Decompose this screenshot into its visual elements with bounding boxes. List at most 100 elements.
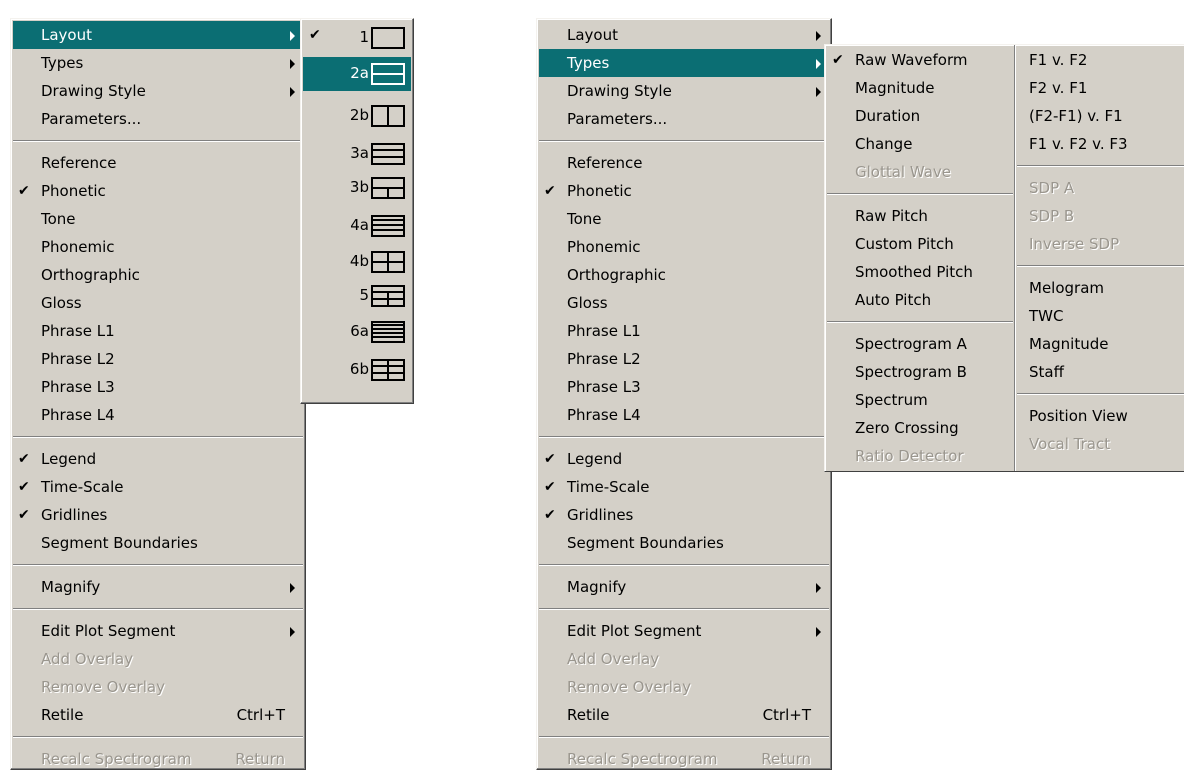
layout-single-icon <box>371 27 405 49</box>
menu-item-phonetic[interactable]: ✔ Phonetic <box>539 177 829 205</box>
menu-item-phonetic[interactable]: ✔ Phonetic <box>13 177 303 205</box>
menu-item-label: Phrase L4 <box>41 406 115 424</box>
menu-item-legend[interactable]: ✔ Legend <box>539 445 829 473</box>
menu-item-parameters[interactable]: Parameters... <box>13 105 303 133</box>
menu-item-time-scale[interactable]: ✔ Time-Scale <box>13 473 303 501</box>
layout-option-2a[interactable]: 2a <box>303 57 411 91</box>
type-auto-pitch[interactable]: Auto Pitch <box>827 286 1013 314</box>
menu-item-phrase-l3[interactable]: Phrase L3 <box>13 373 303 401</box>
type-melogram[interactable]: Melogram <box>1017 274 1184 302</box>
layout-option-6b[interactable]: 6b <box>303 353 411 387</box>
type-raw-waveform[interactable]: ✔ Raw Waveform <box>827 46 1013 74</box>
menu-item-phrase-l2[interactable]: Phrase L2 <box>13 345 303 373</box>
submenu-arrow-icon <box>816 627 821 637</box>
menu-item-phrase-l1[interactable]: Phrase L1 <box>539 317 829 345</box>
menu-item-drawing-style[interactable]: Drawing Style <box>13 77 303 105</box>
type-spectrum[interactable]: Spectrum <box>827 386 1013 414</box>
type-custom-pitch[interactable]: Custom Pitch <box>827 230 1013 258</box>
menu-item-phonemic[interactable]: Phonemic <box>539 233 829 261</box>
menu-item-label: Drawing Style <box>567 82 672 100</box>
type-f2-f1-v-f1[interactable]: (F2-F1) v. F1 <box>1017 102 1184 130</box>
layout-option-5[interactable]: 5 <box>303 279 411 313</box>
type-smoothed-pitch[interactable]: Smoothed Pitch <box>827 258 1013 286</box>
menu-item-magnify[interactable]: Magnify <box>539 573 829 601</box>
layout-option-3b[interactable]: 3b <box>303 171 411 205</box>
menu-item-layout[interactable]: Layout <box>13 21 303 49</box>
menu-item-segment-boundaries[interactable]: Segment Boundaries <box>539 529 829 557</box>
menu-item-phonemic[interactable]: Phonemic <box>13 233 303 261</box>
layout-option-6a[interactable]: 6a <box>303 315 411 349</box>
menu-item-label: Recalc Spectrogram <box>41 750 192 768</box>
menu-item-parameters[interactable]: Parameters... <box>539 105 829 133</box>
type-staff[interactable]: Staff <box>1017 358 1184 386</box>
menu-item-segment-boundaries[interactable]: Segment Boundaries <box>13 529 303 557</box>
menu-item-phrase-l4[interactable]: Phrase L4 <box>13 401 303 429</box>
layout-option-1[interactable]: ✔ 1 <box>303 21 411 55</box>
type-position-view[interactable]: Position View <box>1017 402 1184 430</box>
type-label: TWC <box>1029 307 1064 325</box>
menu-item-phrase-l2[interactable]: Phrase L2 <box>539 345 829 373</box>
type-spectrogram-a[interactable]: Spectrogram A <box>827 330 1013 358</box>
type-spectrogram-b[interactable]: Spectrogram B <box>827 358 1013 386</box>
menu-item-label: Tone <box>41 210 76 228</box>
menu-item-reference[interactable]: Reference <box>13 149 303 177</box>
type-label: Vocal Tract <box>1029 435 1111 453</box>
layout-option-4b[interactable]: 4b <box>303 245 411 279</box>
menu-item-label: Orthographic <box>567 266 666 284</box>
menu-item-layout[interactable]: Layout <box>539 21 829 49</box>
type-label: F1 v. F2 v. F3 <box>1029 135 1128 153</box>
types-column-1: ✔ Raw Waveform Magnitude Duration Change … <box>827 45 1013 471</box>
menu-item-phrase-l3[interactable]: Phrase L3 <box>539 373 829 401</box>
menu-item-gloss[interactable]: Gloss <box>539 289 829 317</box>
layout-option-3a[interactable]: 3a <box>303 137 411 171</box>
menu-item-legend[interactable]: ✔ Legend <box>13 445 303 473</box>
menu-item-label: Magnify <box>567 578 627 596</box>
submenu-arrow-icon <box>290 31 295 41</box>
menu-item-label: Types <box>41 54 84 72</box>
submenu-arrow-icon <box>816 59 821 69</box>
menu-item-label: Legend <box>567 450 623 468</box>
menu-item-label: Reference <box>41 154 117 172</box>
menu-item-label: Legend <box>41 450 97 468</box>
menu-item-retile[interactable]: Retile Ctrl+T <box>539 701 829 729</box>
type-raw-pitch[interactable]: Raw Pitch <box>827 202 1013 230</box>
menu-item-types[interactable]: Types <box>13 49 303 77</box>
menu-item-label: Segment Boundaries <box>41 534 198 552</box>
menu-item-magnify[interactable]: Magnify <box>13 573 303 601</box>
menu-separator <box>539 736 829 738</box>
menu-item-orthographic[interactable]: Orthographic <box>13 261 303 289</box>
type-magnitude-2[interactable]: Magnitude <box>1017 330 1184 358</box>
menu-item-types[interactable]: Types <box>539 49 829 77</box>
check-icon: ✔ <box>544 451 556 467</box>
menu-item-reference[interactable]: Reference <box>539 149 829 177</box>
type-label: Position View <box>1029 407 1128 425</box>
layout-option-2b[interactable]: 2b <box>303 99 411 133</box>
check-icon: ✔ <box>18 451 30 467</box>
layout-option-4a[interactable]: 4a <box>303 209 411 243</box>
menu-item-phrase-l4[interactable]: Phrase L4 <box>539 401 829 429</box>
type-magnitude[interactable]: Magnitude <box>827 74 1013 102</box>
menu-item-tone[interactable]: Tone <box>539 205 829 233</box>
menu-item-add-overlay: Add Overlay <box>539 645 829 673</box>
menu-item-drawing-style[interactable]: Drawing Style <box>539 77 829 105</box>
menu-item-retile[interactable]: Retile Ctrl+T <box>13 701 303 729</box>
type-f2-v-f1[interactable]: F2 v. F1 <box>1017 74 1184 102</box>
type-label: Ratio Detector <box>855 447 964 465</box>
menu-item-tone[interactable]: Tone <box>13 205 303 233</box>
type-change[interactable]: Change <box>827 130 1013 158</box>
type-f1-v-f2[interactable]: F1 v. F2 <box>1017 46 1184 74</box>
menu-item-phrase-l1[interactable]: Phrase L1 <box>13 317 303 345</box>
type-zero-crossing[interactable]: Zero Crossing <box>827 414 1013 442</box>
type-twc[interactable]: TWC <box>1017 302 1184 330</box>
menu-separator <box>1017 165 1184 167</box>
menu-item-orthographic[interactable]: Orthographic <box>539 261 829 289</box>
menu-item-gridlines[interactable]: ✔ Gridlines <box>539 501 829 529</box>
type-label: Melogram <box>1029 279 1105 297</box>
type-f1-v-f2-v-f3[interactable]: F1 v. F2 v. F3 <box>1017 130 1184 158</box>
menu-item-gloss[interactable]: Gloss <box>13 289 303 317</box>
type-duration[interactable]: Duration <box>827 102 1013 130</box>
menu-item-edit-plot-segment[interactable]: Edit Plot Segment <box>13 617 303 645</box>
menu-item-edit-plot-segment[interactable]: Edit Plot Segment <box>539 617 829 645</box>
menu-item-time-scale[interactable]: ✔ Time-Scale <box>539 473 829 501</box>
menu-item-gridlines[interactable]: ✔ Gridlines <box>13 501 303 529</box>
